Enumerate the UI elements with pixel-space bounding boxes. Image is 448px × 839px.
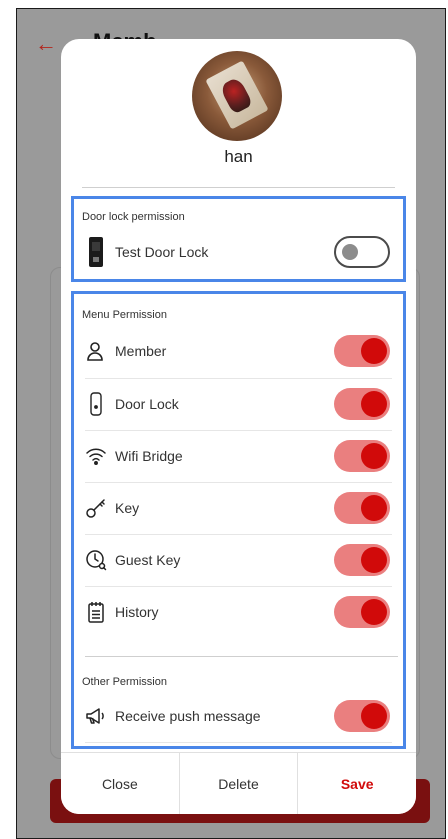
guest-key-icon: [85, 549, 107, 571]
close-button[interactable]: Close: [61, 753, 179, 814]
door-lock-device-icon: [85, 237, 107, 267]
megaphone-icon: [85, 705, 107, 727]
menu-item-door-lock: Door Lock: [85, 378, 392, 430]
section-title: Door lock permission: [82, 211, 185, 223]
menu-item-member: Member: [85, 325, 392, 377]
receive-push-toggle[interactable]: [334, 700, 390, 732]
divider: [85, 656, 398, 657]
menu-item-label: Wifi Bridge: [115, 448, 183, 464]
person-icon: [85, 340, 107, 362]
menu-item-wifi-bridge: Wifi Bridge: [85, 430, 392, 482]
key-icon: [85, 497, 107, 519]
menu-item-receive-push: Receive push message: [85, 690, 392, 742]
menu-item-history: History: [85, 586, 392, 638]
door-lock-device-label: Test Door Lock: [115, 244, 209, 260]
door-lock-device-row: Test Door Lock: [85, 226, 392, 278]
door-lock-icon: [85, 392, 107, 416]
divider: [82, 187, 395, 188]
avatar: [192, 51, 282, 141]
key-toggle[interactable]: [334, 492, 390, 524]
menu-item-label: Member: [115, 343, 167, 359]
menu-item-guest-key: Guest Key: [85, 534, 392, 586]
member-toggle[interactable]: [334, 335, 390, 367]
row-divider: [85, 742, 392, 743]
avatar-photo: [205, 60, 269, 130]
door-lock-permission-section: Door lock permission Test Door Lock: [71, 196, 406, 282]
guest-key-toggle[interactable]: [334, 544, 390, 576]
save-button[interactable]: Save: [297, 753, 416, 814]
history-icon: [85, 601, 107, 623]
door-lock-toggle[interactable]: [334, 388, 390, 420]
wifi-icon: [85, 445, 107, 467]
back-arrow-icon: ←: [35, 31, 57, 56]
menu-item-label: Receive push message: [115, 708, 261, 724]
menu-item-label: Key: [115, 500, 140, 516]
menu-permission-section: Menu Permission Member Door Lock Wifi Br…: [71, 291, 406, 749]
wifi-bridge-toggle[interactable]: [334, 440, 390, 472]
history-toggle[interactable]: [334, 596, 390, 628]
other-permission-title: Other Permission: [82, 676, 167, 688]
menu-item-label: Door Lock: [115, 396, 179, 412]
door-lock-device-toggle[interactable]: [334, 236, 390, 268]
menu-item-label: History: [115, 604, 159, 620]
dialog-footer: Close Delete Save: [61, 752, 416, 814]
delete-button[interactable]: Delete: [178, 753, 298, 814]
permission-dialog: han Door lock permission Test Door Lock …: [61, 39, 416, 814]
menu-item-label: Guest Key: [115, 552, 181, 568]
section-title: Menu Permission: [82, 309, 167, 321]
menu-item-key: Key: [85, 482, 392, 534]
user-name: han: [224, 147, 253, 166]
